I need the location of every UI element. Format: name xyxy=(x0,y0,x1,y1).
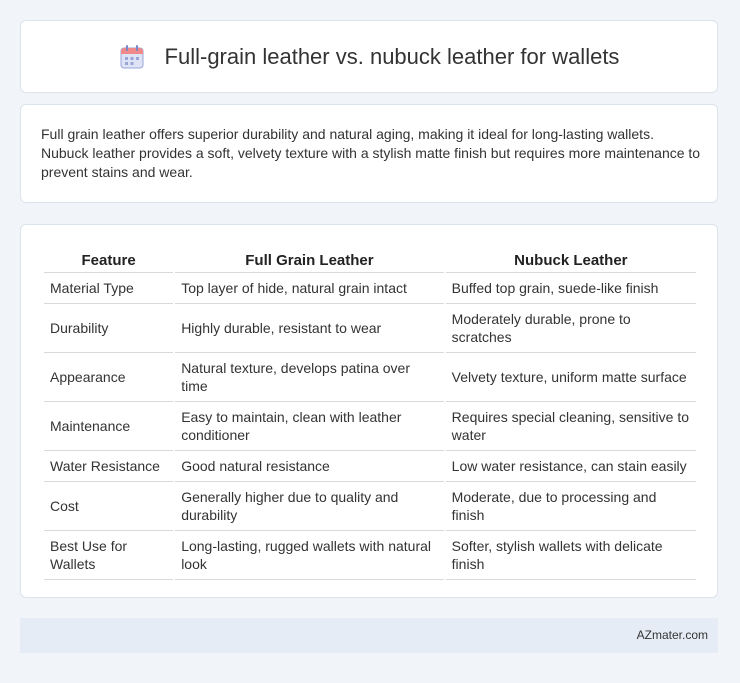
table-row: Durability Highly durable, resistant to … xyxy=(44,304,696,353)
page-title: Full-grain leather vs. nubuck leather fo… xyxy=(164,43,620,69)
row-full-grain: Top layer of hide, natural grain intact xyxy=(175,273,444,304)
row-full-grain: Natural texture, develops patina over ti… xyxy=(175,353,444,402)
table-row: Appearance Natural texture, develops pat… xyxy=(44,353,696,402)
title-wrap: Full-grain leather vs. nubuck leather fo… xyxy=(119,43,620,70)
row-feature: Best Use for Wallets xyxy=(44,531,174,580)
row-feature: Material Type xyxy=(44,273,174,304)
row-full-grain: Highly durable, resistant to wear xyxy=(175,304,444,353)
title-card: Full-grain leather vs. nubuck leather fo… xyxy=(20,20,718,93)
row-full-grain: Generally higher due to quality and dura… xyxy=(175,482,444,531)
row-full-grain: Easy to maintain, clean with leather con… xyxy=(175,402,444,451)
row-feature: Appearance xyxy=(44,353,174,402)
table-row: Water Resistance Good natural resistance… xyxy=(44,451,696,482)
footer-brand[interactable]: AZmater.com xyxy=(637,628,708,642)
calendar-icon xyxy=(119,44,145,70)
row-feature: Water Resistance xyxy=(44,451,174,482)
table-row: Cost Generally higher due to quality and… xyxy=(44,482,696,531)
table-row: Best Use for Wallets Long-lasting, rugge… xyxy=(44,531,696,580)
header-full-grain: Full Grain Leather xyxy=(175,241,444,273)
row-full-grain: Good natural resistance xyxy=(175,451,444,482)
table-row: Maintenance Easy to maintain, clean with… xyxy=(44,402,696,451)
row-full-grain: Long-lasting, rugged wallets with natura… xyxy=(175,531,444,580)
row-nubuck: Softer, stylish wallets with delicate fi… xyxy=(445,531,696,580)
row-feature: Durability xyxy=(44,304,174,353)
row-nubuck: Moderately durable, prone to scratches xyxy=(445,304,696,353)
table-row: Material Type Top layer of hide, natural… xyxy=(44,273,696,304)
row-nubuck: Requires special cleaning, sensitive to … xyxy=(445,402,696,451)
table-header-row: Feature Full Grain Leather Nubuck Leathe… xyxy=(44,241,696,273)
row-nubuck: Velvety texture, uniform matte surface xyxy=(445,353,696,402)
intro-text: Full grain leather offers superior durab… xyxy=(41,126,701,180)
row-feature: Cost xyxy=(44,482,174,531)
row-nubuck: Moderate, due to processing and finish xyxy=(445,482,696,531)
comparison-table-card: Feature Full Grain Leather Nubuck Leathe… xyxy=(20,224,718,598)
row-nubuck: Low water resistance, can stain easily xyxy=(445,451,696,482)
header-feature: Feature xyxy=(44,241,174,273)
row-feature: Maintenance xyxy=(44,402,174,451)
comparison-table: Feature Full Grain Leather Nubuck Leathe… xyxy=(42,241,698,580)
header-nubuck: Nubuck Leather xyxy=(445,241,696,273)
row-nubuck: Buffed top grain, suede-like finish xyxy=(445,273,696,304)
intro-card: Full grain leather offers superior durab… xyxy=(20,104,718,203)
footer-bar: AZmater.com xyxy=(20,618,718,653)
